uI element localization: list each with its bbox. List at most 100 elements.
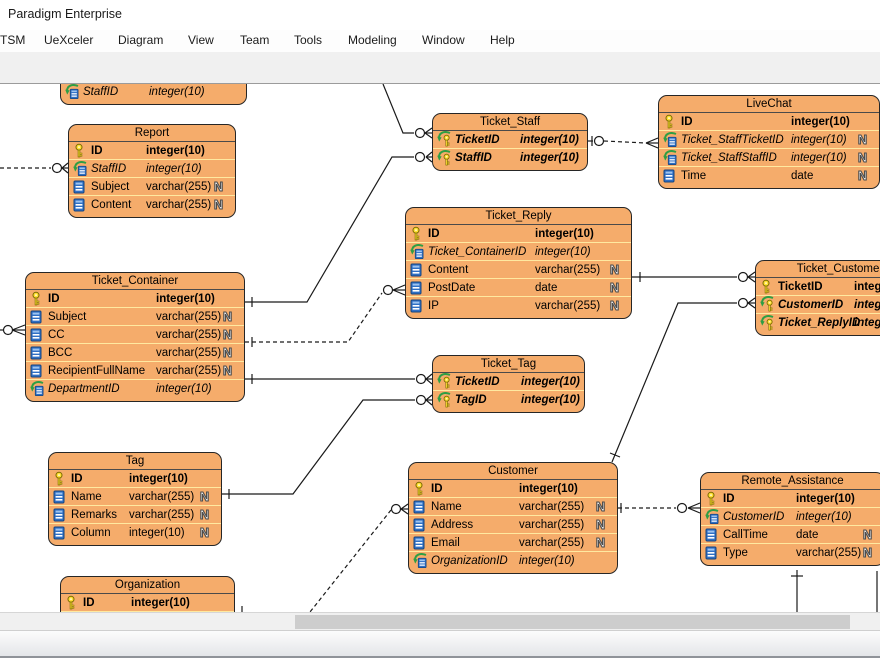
menu-item-tools[interactable]: Tools xyxy=(294,33,322,47)
column-row[interactable]: Typevarchar(255)N xyxy=(701,544,880,562)
column-type: integer(10) xyxy=(156,293,215,305)
erd-canvas[interactable]: StaffIDinteger(10)ReportIDinteger(10)Sta… xyxy=(0,84,880,612)
connector-tag-to-ticket-tag[interactable] xyxy=(222,395,432,499)
scrollbar-thumb[interactable] xyxy=(295,615,850,629)
column-row[interactable]: Ticket_ReplyIDinteger(10) xyxy=(756,314,880,332)
column-type: integer(10) xyxy=(796,511,852,523)
column-row[interactable]: RecipientFullNamevarchar(255)N xyxy=(26,362,244,380)
connector-customer-to-remote-assistance[interactable] xyxy=(618,503,700,513)
entity-ticket_staff[interactable]: Ticket_StaffTicketIDinteger(10)StaffIDin… xyxy=(432,113,588,171)
menu-item-help[interactable]: Help xyxy=(490,33,515,47)
column-row[interactable]: Subjectvarchar(255)N xyxy=(26,308,244,326)
column-row[interactable]: Ticket_ContainerIDinteger(10) xyxy=(406,243,631,261)
column-row[interactable]: Subjectvarchar(255)N xyxy=(69,178,235,196)
column-row[interactable]: IDinteger(10) xyxy=(406,225,631,243)
connector-top-to-ticket-staff[interactable] xyxy=(383,84,432,138)
column-row[interactable]: Namevarchar(255)N xyxy=(49,488,221,506)
horizontal-scrollbar[interactable] xyxy=(0,612,880,630)
zero-cardinality-circle xyxy=(739,299,748,308)
connector-container-to-ticket-reply[interactable] xyxy=(245,285,405,347)
zero-cardinality-circle xyxy=(595,137,604,146)
column-type: date xyxy=(796,529,818,541)
entity-ticket_customer[interactable]: Ticket_CustomerTicketIDinteger(10)Custom… xyxy=(755,260,880,336)
connector-customer-to-ticket-customer[interactable] xyxy=(610,298,755,462)
connector-remote-assistance-bottom[interactable] xyxy=(791,570,803,612)
entity-ticket_container[interactable]: Ticket_ContainerIDinteger(10)Subjectvarc… xyxy=(25,272,245,402)
column-name: StaffID xyxy=(91,163,126,175)
column-row[interactable]: IDinteger(10) xyxy=(701,490,880,508)
column-row[interactable]: CustomerIDinteger(10) xyxy=(756,296,880,314)
column-row[interactable]: IDinteger(10) xyxy=(49,470,221,488)
column-row[interactable]: TicketIDinteger(10) xyxy=(756,278,880,296)
entity-title: Ticket_Tag xyxy=(433,356,584,373)
column-row[interactable]: Namevarchar(255)N xyxy=(409,498,617,516)
menu-item-diagram[interactable]: Diagram xyxy=(118,33,163,47)
column-row[interactable]: IPvarchar(255)N xyxy=(406,297,631,315)
menu-item-window[interactable]: Window xyxy=(422,33,465,47)
entity-livechat[interactable]: LiveChatIDinteger(10)Ticket_StaffTicketI… xyxy=(658,95,880,189)
menu-item-uexceler[interactable]: UeXceler xyxy=(44,33,93,47)
connector-left-to-report[interactable] xyxy=(0,163,68,173)
column-row[interactable]: StaffIDinteger(10) xyxy=(69,160,235,178)
column-row[interactable]: TicketIDinteger(10) xyxy=(433,131,587,149)
zero-cardinality-circle xyxy=(53,164,62,173)
column-row[interactable]: Columninteger(10)N xyxy=(49,524,221,542)
column-row[interactable]: TimedateN xyxy=(659,167,879,185)
connector-customer-name-to-bottom[interactable] xyxy=(310,504,408,612)
entity-ticket_tag[interactable]: Ticket_TagTicketIDinteger(10)TagIDintege… xyxy=(432,355,585,413)
connector-container-to-ticket-tag[interactable] xyxy=(245,374,432,384)
column-icon xyxy=(73,197,90,213)
nullable-icon: N xyxy=(200,489,209,505)
column-row[interactable]: Contentvarchar(255)N xyxy=(69,196,235,214)
entity-ticket_reply[interactable]: Ticket_ReplyIDinteger(10)Ticket_Containe… xyxy=(405,207,632,319)
column-row[interactable]: OrganizationIDinteger(10) xyxy=(409,552,617,570)
column-row[interactable]: IDinteger(10) xyxy=(61,594,234,612)
column-row[interactable]: CustomerIDinteger(10) xyxy=(701,508,880,526)
column-row[interactable]: IDinteger(10) xyxy=(409,480,617,498)
menu-item-tsm[interactable]: TSM xyxy=(0,33,25,47)
column-name: BCC xyxy=(48,347,72,359)
entity-tag[interactable]: TagIDinteger(10)Namevarchar(255)NRemarks… xyxy=(48,452,222,546)
column-row[interactable]: StaffIDinteger(10) xyxy=(61,84,246,101)
foreign-key-icon xyxy=(705,509,722,525)
column-row[interactable]: IDinteger(10) xyxy=(69,142,235,160)
column-row[interactable]: IDinteger(10) xyxy=(659,113,879,131)
entity-customer[interactable]: CustomerIDinteger(10)Namevarchar(255)NAd… xyxy=(408,462,618,574)
entity-organization[interactable]: OrganizationIDinteger(10)N xyxy=(60,576,235,612)
column-row[interactable]: Emailvarchar(255)N xyxy=(409,534,617,552)
column-type: varchar(255) xyxy=(146,199,211,211)
column-type: varchar(255) xyxy=(519,501,584,513)
column-row[interactable]: TagIDinteger(10) xyxy=(433,391,584,409)
title-bar[interactable]: Paradigm Enterprise xyxy=(0,0,880,30)
column-row[interactable]: PostDatedateN xyxy=(406,279,631,297)
column-row[interactable]: BCCvarchar(255)N xyxy=(26,344,244,362)
entity-remote_assistance[interactable]: Remote_AssistanceIDinteger(10)CustomerID… xyxy=(700,472,880,566)
column-type: integer(10) xyxy=(129,473,188,485)
column-name: RecipientFullName xyxy=(48,365,145,377)
connector-ticket-reply-to-ticket-customer[interactable] xyxy=(632,272,755,282)
foreign-key-icon xyxy=(65,84,82,100)
column-row[interactable]: CCvarchar(255)N xyxy=(26,326,244,344)
primary-key-icon xyxy=(73,143,90,159)
column-row[interactable]: DepartmentIDinteger(10) xyxy=(26,380,244,398)
column-row[interactable]: Addressvarchar(255)N xyxy=(409,516,617,534)
column-name: Type xyxy=(723,547,748,559)
column-row[interactable]: StaffIDinteger(10) xyxy=(433,149,587,167)
column-row[interactable]: Ticket_StaffTicketIDinteger(10)N xyxy=(659,131,879,149)
column-icon xyxy=(705,527,722,543)
connector-ticket-staff-to-livechat[interactable] xyxy=(588,136,658,148)
column-name: Ticket_StaffStaffID xyxy=(681,152,777,164)
column-row[interactable]: Contentvarchar(255)N xyxy=(406,261,631,279)
column-row[interactable]: CallTimedateN xyxy=(701,526,880,544)
column-row[interactable]: Remarksvarchar(255)N xyxy=(49,506,221,524)
menu-item-view[interactable]: View xyxy=(188,33,214,47)
column-row[interactable]: TicketIDinteger(10) xyxy=(433,373,584,391)
entity-report[interactable]: ReportIDinteger(10)StaffIDinteger(10)Sub… xyxy=(68,124,236,218)
connector-left-to-container[interactable] xyxy=(0,325,25,335)
connector-container-to-ticket-staff[interactable] xyxy=(245,152,432,307)
column-row[interactable]: Ticket_StaffStaffIDinteger(10)N xyxy=(659,149,879,167)
column-row[interactable]: IDinteger(10) xyxy=(26,290,244,308)
entity-partial-top[interactable]: StaffIDinteger(10) xyxy=(60,84,247,105)
menu-item-modeling[interactable]: Modeling xyxy=(348,33,397,47)
menu-item-team[interactable]: Team xyxy=(240,33,269,47)
